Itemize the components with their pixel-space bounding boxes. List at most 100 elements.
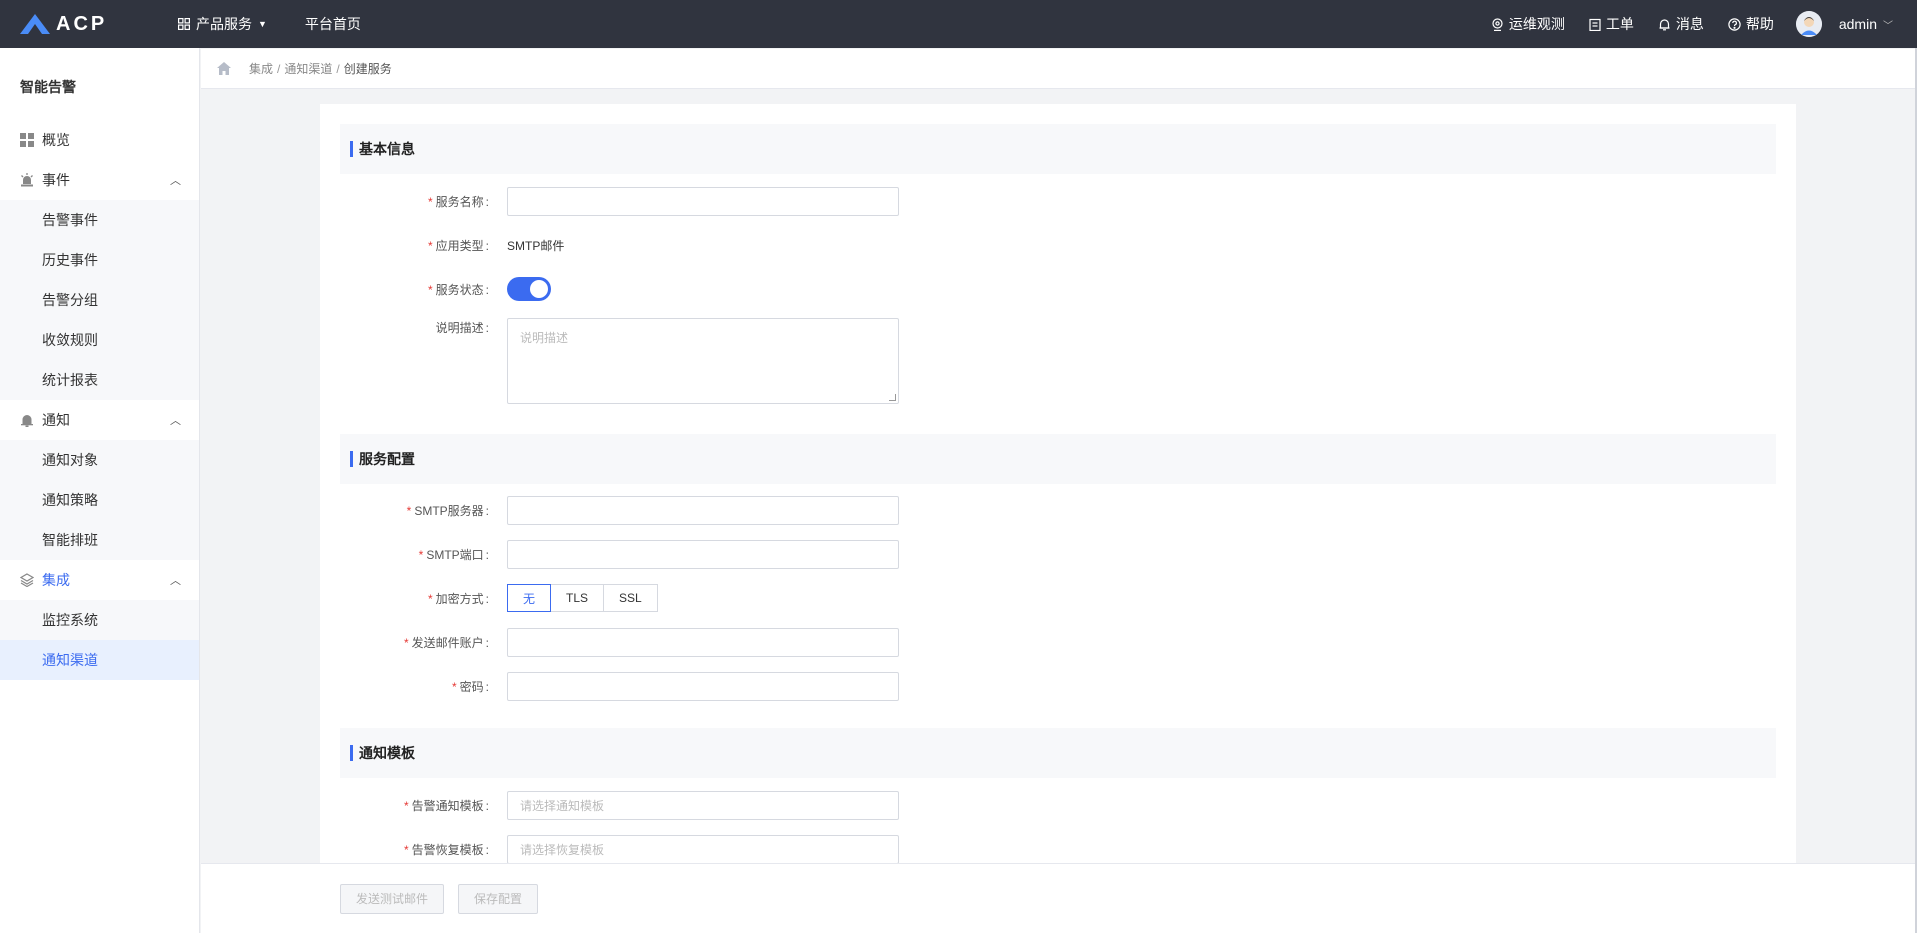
password-label: * 密码:: [451, 679, 489, 694]
ops-observe-link[interactable]: 运维观测: [1491, 14, 1565, 34]
breadcrumb-current: 创建服务: [343, 62, 392, 76]
bell-icon: [1659, 18, 1670, 30]
row-sender-account: * 发送邮件账户:: [320, 627, 899, 657]
sidebar-item-smart-schedule[interactable]: 智能排班: [0, 520, 199, 560]
logo-text: ACP: [56, 12, 108, 35]
user-menu[interactable]: admin ﹀: [1839, 16, 1893, 32]
alert-template-label: * 告警通知模板:: [403, 798, 489, 813]
smtp-port-label: * SMTP端口:: [418, 547, 489, 562]
row-recover-template: * 告警恢复模板: 请选择恢复模板: [320, 834, 899, 864]
sidebar-item-notify-channels[interactable]: 通知渠道: [0, 640, 199, 680]
row-encryption: * 加密方式: 无 TLS SSL: [320, 583, 658, 613]
save-config-button[interactable]: 保存配置: [458, 883, 539, 914]
bell-icon: [21, 415, 33, 427]
sidebar-item-monitor-systems[interactable]: 监控系统: [0, 600, 199, 640]
chevron-up-icon: ︿: [170, 415, 181, 427]
sender-account-input[interactable]: [507, 627, 899, 657]
sidebar-item-history-events[interactable]: 历史事件: [0, 240, 199, 280]
sidebar-item-notify-policy[interactable]: 通知策略: [0, 480, 199, 520]
grid-icon: [178, 18, 190, 30]
row-smtp-port: * SMTP端口:: [320, 539, 899, 569]
user-avatar-icon: [1795, 11, 1822, 37]
section-notify-template: 通知模板: [340, 728, 1776, 778]
smtp-port-input[interactable]: [507, 539, 899, 569]
sidebar-integration-submenu: 监控系统 通知渠道: [0, 600, 199, 680]
recover-template-select[interactable]: 请选择恢复模板: [507, 834, 899, 864]
user-name: admin: [1838, 16, 1877, 32]
row-service-name: * 服务名称:: [320, 186, 899, 216]
sidebar-item-alert-groups[interactable]: 告警分组: [0, 280, 199, 320]
service-status-toggle[interactable]: [507, 277, 551, 301]
form-card: 基本信息 * 服务名称: * 应用类型: SMTP邮件 * 服务状态: 说明描述: 说…: [320, 104, 1796, 864]
service-name-input[interactable]: [507, 186, 899, 216]
encryption-option-ssl[interactable]: SSL: [603, 584, 658, 612]
ticket-link[interactable]: 工单: [1589, 14, 1634, 34]
sidebar-group-label: 通知: [42, 412, 70, 428]
sidebar-item-reports[interactable]: 统计报表: [0, 360, 199, 400]
chevron-up-icon: ︿: [170, 175, 181, 187]
alert-template-select[interactable]: 请选择通知模板: [507, 790, 899, 820]
layers-icon: [20, 573, 34, 587]
password-input[interactable]: [507, 671, 899, 701]
chevron-down-icon: ﹀: [1883, 20, 1893, 32]
encryption-option-none[interactable]: 无: [507, 584, 551, 612]
recover-template-label: * 告警恢复模板:: [403, 842, 489, 857]
messages-link[interactable]: 消息: [1658, 14, 1704, 34]
smtp-server-input[interactable]: [507, 495, 899, 525]
help-link[interactable]: 帮助: [1728, 14, 1774, 34]
sidebar-group-label: 集成: [42, 572, 70, 588]
chevron-up-icon: ︿: [170, 575, 181, 587]
avatar[interactable]: [1795, 11, 1822, 37]
app-type-label: * 应用类型:: [427, 238, 489, 253]
section-title: 通知模板: [359, 745, 415, 761]
form-footer: 发送测试邮件 保存配置: [201, 863, 1915, 933]
sidebar-events-submenu: 告警事件 历史事件 告警分组 收敛规则 统计报表: [0, 200, 199, 400]
row-smtp-server: * SMTP服务器:: [320, 495, 899, 525]
service-status-label: * 服务状态:: [427, 282, 489, 297]
row-description: 说明描述: 说明描述: [320, 318, 899, 404]
messages-label: 消息: [1675, 16, 1704, 32]
products-menu[interactable]: 产品服务 ▼: [178, 14, 267, 34]
sidebar-notify-submenu: 通知对象 通知策略 智能排班: [0, 440, 199, 560]
row-app-type: * 应用类型: SMTP邮件: [320, 230, 564, 260]
sidebar-title: 智能告警: [20, 79, 76, 95]
caret-down-icon: ▼: [258, 19, 267, 29]
section-basic-info: 基本信息: [340, 124, 1776, 174]
encryption-label: * 加密方式:: [427, 591, 489, 606]
sidebar-item-overview[interactable]: 概览: [0, 120, 199, 160]
top-nav-bar: ACP 产品服务 ▼ 平台首页 运维观测 工单 消息 帮助 admin ﹀: [0, 0, 1917, 48]
ticket-label: 工单: [1605, 16, 1634, 32]
platform-home-link[interactable]: 平台首页: [305, 14, 361, 34]
sidebar-group-events[interactable]: 事件 ︿: [0, 160, 199, 200]
sidebar-item-notify-targets[interactable]: 通知对象: [0, 440, 199, 480]
app-type-value: SMTP邮件: [507, 238, 565, 253]
dashboard-icon: [20, 133, 34, 147]
encryption-option-tls[interactable]: TLS: [550, 584, 605, 612]
sidebar-group-notify[interactable]: 通知 ︿: [0, 400, 199, 440]
description-textarea[interactable]: 说明描述: [507, 318, 899, 404]
description-label: 说明描述:: [435, 321, 489, 335]
help-icon: [1728, 17, 1741, 31]
sidebar-item-label: 概览: [42, 132, 70, 148]
ops-observe-label: 运维观测: [1508, 16, 1565, 32]
sender-account-label: * 发送邮件账户:: [403, 635, 489, 650]
breadcrumb-notify-channels[interactable]: 通知渠道: [284, 60, 332, 77]
clipboard-icon: [1589, 18, 1601, 31]
section-title: 服务配置: [359, 451, 415, 467]
sidebar-item-alert-events[interactable]: 告警事件: [0, 200, 199, 240]
observe-icon: [1492, 17, 1503, 31]
products-menu-label: 产品服务: [196, 16, 252, 32]
section-service-config: 服务配置: [340, 434, 1776, 484]
row-service-status: * 服务状态:: [320, 274, 551, 304]
breadcrumb-separator: /: [336, 61, 340, 76]
service-name-label: * 服务名称:: [427, 194, 489, 209]
home-icon[interactable]: [217, 62, 231, 75]
send-test-email-button[interactable]: 发送测试邮件: [340, 883, 445, 914]
logo[interactable]: ACP: [20, 13, 140, 36]
logo-mountain-icon: [20, 14, 50, 34]
help-label: 帮助: [1745, 16, 1774, 32]
platform-home-label: 平台首页: [304, 16, 361, 32]
breadcrumb-integration[interactable]: 集成: [249, 60, 273, 77]
sidebar-group-integration[interactable]: 集成 ︿: [0, 560, 199, 600]
sidebar-item-convergence-rules[interactable]: 收敛规则: [0, 320, 199, 360]
